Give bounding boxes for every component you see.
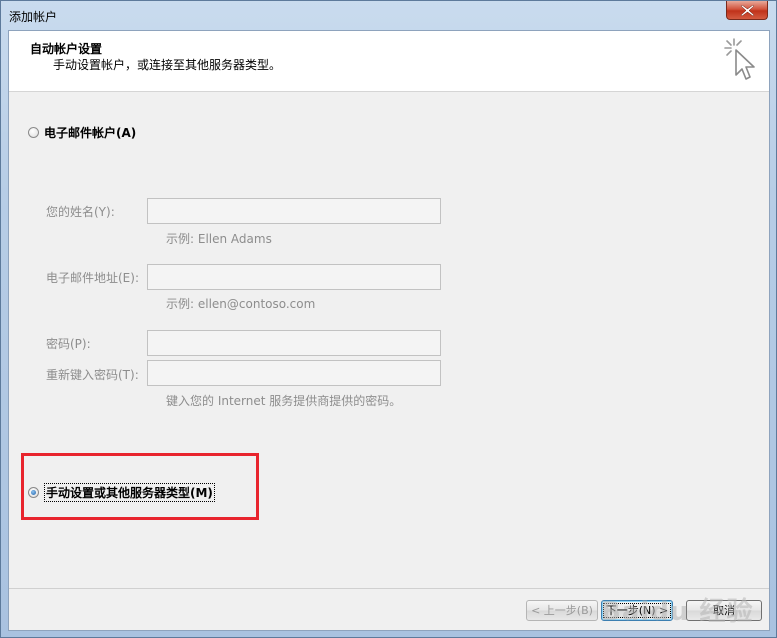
manual-setup-radio[interactable]: 手动设置或其他服务器类型(M) <box>28 483 215 502</box>
name-hint: 示例: Ellen Adams <box>166 232 272 246</box>
footer-divider <box>9 588 769 589</box>
manual-setup-label[interactable]: 手动设置或其他服务器类型(M) <box>44 483 215 502</box>
header-title: 自动帐户设置 <box>30 42 103 56</box>
manual-setup-radio-button[interactable] <box>28 487 39 498</box>
window-title: 添加帐户 <box>9 10 58 24</box>
add-account-window: 添加帐户 自动帐户设置 手动设置帐户，或连接至其他服务器类型。 电子邮件帐户(A… <box>0 0 777 638</box>
email-account-radio-button[interactable] <box>28 127 39 138</box>
header-subtitle: 手动设置帐户，或连接至其他服务器类型。 <box>53 58 282 72</box>
retype-password-input <box>147 360 441 386</box>
retype-password-label: 重新键入密码(T): <box>46 368 139 382</box>
baidu-watermark: Baidu 经验 <box>601 597 754 627</box>
cursor-sparkle-icon <box>723 37 757 86</box>
title-bar[interactable]: 添加帐户 <box>1 1 776 29</box>
password-input <box>147 330 441 356</box>
email-hint: 示例: ellen@contoso.com <box>166 297 316 311</box>
email-account-label[interactable]: 电子邮件帐户(A) <box>44 124 136 141</box>
dialog-header: 自动帐户设置 手动设置帐户，或连接至其他服务器类型。 <box>9 31 769 92</box>
close-button[interactable] <box>726 1 768 20</box>
password-label: 密码(P): <box>46 337 91 351</box>
close-icon <box>741 5 754 16</box>
email-account-radio[interactable]: 电子邮件帐户(A) <box>28 124 136 141</box>
back-button[interactable]: < 上一步(B) <box>526 600 598 621</box>
password-hint: 键入您的 Internet 服务提供商提供的密码。 <box>166 394 402 408</box>
name-label: 您的姓名(Y): <box>46 205 115 219</box>
email-label: 电子邮件地址(E): <box>46 271 139 285</box>
name-input <box>147 198 441 224</box>
email-input <box>147 264 441 290</box>
dialog-client-area: 自动帐户设置 手动设置帐户，或连接至其他服务器类型。 电子邮件帐户(A) 您的姓… <box>8 30 770 631</box>
